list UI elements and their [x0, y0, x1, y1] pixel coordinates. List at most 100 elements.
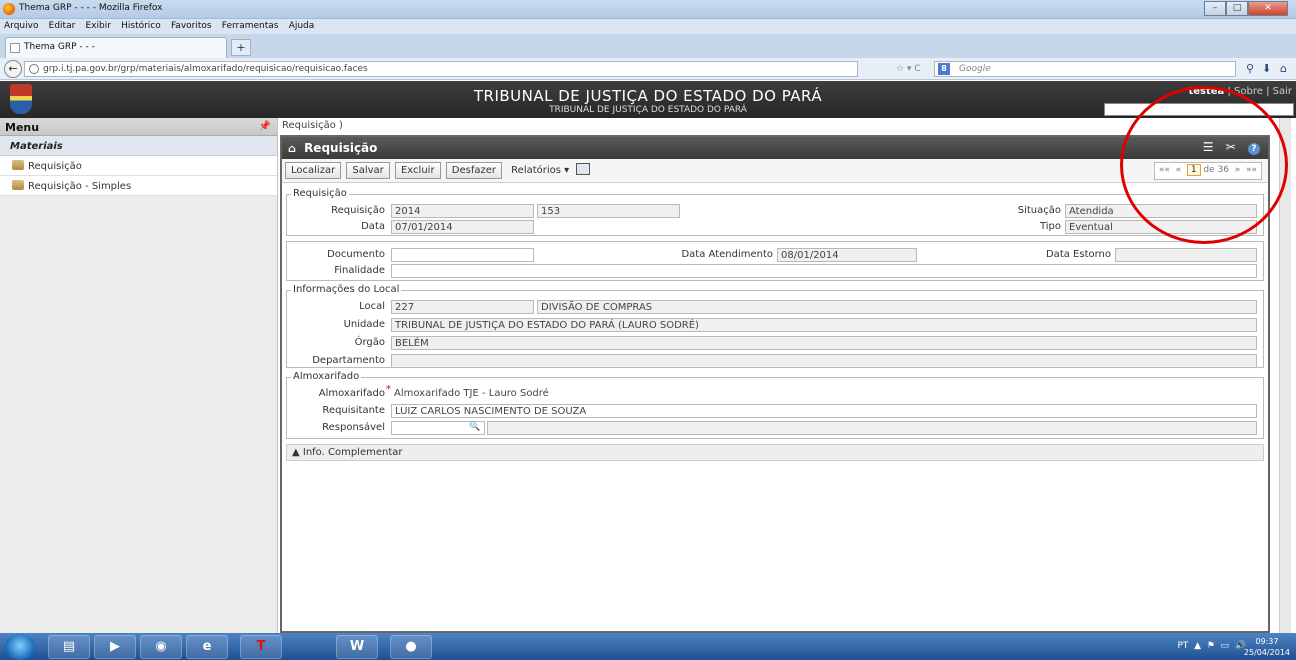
situacao-label: Situação — [1017, 205, 1061, 216]
panel-title: Requisição — [304, 141, 378, 155]
app-header: TRIBUNAL DE JUSTIÇA DO ESTADO DO PARÁ TR… — [0, 81, 1296, 118]
globe-icon — [29, 64, 39, 74]
info-complementar-toggle[interactable]: ▲ Info. Complementar — [286, 444, 1264, 461]
salvar-button[interactable]: Salvar — [346, 162, 390, 179]
relatorios-menu[interactable]: Relatórios ▾ — [511, 165, 569, 176]
app-t-icon[interactable]: T — [240, 635, 282, 659]
data-field: 07/01/2014 — [391, 220, 534, 234]
word-icon[interactable]: W — [336, 635, 378, 659]
app-subtitle: TRIBUNAL DE JUSTIÇA DO ESTADO DO PARÁ — [549, 105, 747, 115]
requisitante-input[interactable]: LUIZ CARLOS NASCIMENTO DE SOUZA — [391, 404, 1257, 418]
sidebar-item-label: Requisição - Simples — [28, 181, 132, 192]
data-atendimento-label: Data Atendimento — [681, 249, 773, 260]
sidebar: Menu 📌 Materiais Requisição Requisição -… — [0, 118, 278, 633]
sidebar-item-requisicao-simples[interactable]: Requisição - Simples — [0, 176, 277, 196]
requisicao-numero-field: 153 — [537, 204, 680, 218]
menu-ferramentas[interactable]: Ferramentas — [222, 21, 279, 31]
windows-start-icon[interactable] — [5, 634, 35, 660]
search-placeholder: Google — [959, 64, 991, 74]
requisicao-label: Requisição — [331, 205, 385, 216]
sidebar-item-label: Requisição — [28, 161, 82, 172]
browser-menubar: Arquivo Editar Exibir Histórico Favorito… — [0, 19, 1296, 34]
new-tab-button[interactable]: + — [231, 39, 251, 56]
orgao-label: Órgão — [354, 337, 385, 348]
google-icon[interactable]: 8 — [938, 63, 950, 75]
menu-exibir[interactable]: Exibir — [85, 21, 110, 31]
excluir-button[interactable]: Excluir — [394, 162, 441, 179]
taskbar-clock[interactable]: 09:37 25/04/2014 — [1244, 636, 1290, 658]
windows-taskbar: ▤ ▶ ◉ e T W ● PT ▲ ⚑ ▭ 🔊 09:37 25/04/201… — [0, 633, 1296, 660]
browser-tabbar: Thema GRP - - - + — [0, 34, 1296, 58]
menu-arquivo[interactable]: Arquivo — [4, 21, 38, 31]
menu-favoritos[interactable]: Favoritos — [171, 21, 212, 31]
breadcrumb[interactable]: Requisição ) — [282, 120, 343, 131]
sair-link[interactable]: Sair — [1273, 86, 1292, 97]
app-title: TRIBUNAL DE JUSTIÇA DO ESTADO DO PARÁ — [473, 87, 823, 105]
requisicao-legend: Requisição — [291, 188, 349, 199]
finalidade-input[interactable] — [391, 264, 1257, 278]
unidade-label: Unidade — [343, 319, 385, 330]
almoxarifado-legend: Almoxarifado — [291, 371, 362, 382]
local-label: Local — [359, 301, 385, 312]
almoxarifado-label: Almoxarifado — [318, 388, 385, 399]
close-button[interactable]: ✕ — [1248, 1, 1288, 16]
data-label: Data — [361, 221, 385, 232]
media-player-icon[interactable]: ▶ — [94, 635, 136, 659]
menu-editar[interactable]: Editar — [49, 21, 76, 31]
data-estorno-label: Data Estorno — [1045, 249, 1111, 260]
local-code-field: 227 — [391, 300, 534, 314]
departamento-field — [391, 354, 1257, 368]
departamento-label: Departamento — [312, 355, 385, 366]
firefox-icon — [3, 3, 15, 15]
chrome-icon[interactable]: ◉ — [140, 635, 182, 659]
magnifier-icon[interactable]: 🔍 — [469, 422, 480, 432]
browser-navbar: ← grp.i.tj.pa.gov.br/grp/materiais/almox… — [0, 58, 1296, 80]
menu-ajuda[interactable]: Ajuda — [289, 21, 315, 31]
sidebar-section-materiais[interactable]: Materiais — [0, 136, 277, 156]
internet-explorer-icon[interactable]: e — [186, 635, 228, 659]
window-title: Thema GRP - - - - Mozilla Firefox — [19, 3, 163, 13]
search-bar[interactable]: 8 Google — [934, 61, 1236, 77]
sidebar-title: Menu — [5, 121, 40, 134]
almoxarifado-fieldset: Almoxarifado Almoxarifado * Almoxarifado… — [286, 371, 1264, 439]
documento-input[interactable] — [391, 248, 534, 262]
back-arrow-icon[interactable]: ← — [4, 60, 22, 78]
firefox-taskbar-icon[interactable]: ● — [390, 635, 432, 659]
local-name-field: DIVISÃO DE COMPRAS — [537, 300, 1257, 314]
clock-time: 09:37 — [1255, 637, 1279, 646]
maximize-button[interactable]: □ — [1226, 1, 1248, 16]
documento-fieldset: Documento Data Atendimento 08/01/2014 Da… — [286, 241, 1264, 281]
home-icon[interactable]: ⌂ — [1280, 62, 1287, 75]
download-icon[interactable]: ⬇ — [1262, 62, 1271, 75]
data-atendimento-field: 08/01/2014 — [777, 248, 917, 262]
sidebar-item-requisicao[interactable]: Requisição — [0, 156, 277, 176]
home-icon: ⌂ — [288, 142, 296, 155]
local-legend: Informações do Local — [291, 284, 402, 295]
print-icon[interactable] — [576, 163, 591, 175]
documento-label: Documento — [327, 249, 385, 260]
local-fieldset: Informações do Local Local 227 DIVISÃO D… — [286, 284, 1264, 368]
browser-tab[interactable]: Thema GRP - - - — [5, 37, 227, 58]
minimize-button[interactable]: – — [1204, 1, 1226, 16]
file-explorer-icon[interactable]: ▤ — [48, 635, 90, 659]
clock-date: 25/04/2014 — [1243, 648, 1290, 657]
requisicao-ano-field: 2014 — [391, 204, 534, 218]
page-favicon-icon — [10, 43, 20, 53]
desfazer-button[interactable]: Desfazer — [445, 162, 502, 179]
requisitante-label: Requisitante — [322, 405, 385, 416]
menu-historico[interactable]: Histórico — [121, 21, 161, 31]
unidade-field: TRIBUNAL DE JUSTIÇA DO ESTADO DO PARÁ (L… — [391, 318, 1257, 332]
localizar-button[interactable]: Localizar — [285, 162, 342, 179]
finalidade-label: Finalidade — [334, 265, 385, 276]
search-icon[interactable]: ⚲ — [1246, 62, 1254, 75]
tab-title: Thema GRP - - - — [24, 42, 95, 52]
language-indicator[interactable]: PT — [1177, 641, 1188, 651]
red-annotation-circle — [1120, 86, 1288, 244]
url-bar[interactable]: grp.i.tj.pa.gov.br/grp/materiais/almoxar… — [24, 61, 858, 77]
requisicao-panel: ⌂ Requisição ☰ ✂ ? Localizar Salvar Excl… — [280, 135, 1270, 633]
pin-icon[interactable]: 📌 — [259, 121, 271, 132]
responsavel-label: Responsável — [322, 422, 385, 433]
folder-icon — [12, 160, 24, 170]
almoxarifado-field: Almoxarifado TJE - Lauro Sodré — [394, 388, 549, 399]
bookmark-star-icon[interactable]: ☆ ▾ C — [896, 64, 921, 74]
